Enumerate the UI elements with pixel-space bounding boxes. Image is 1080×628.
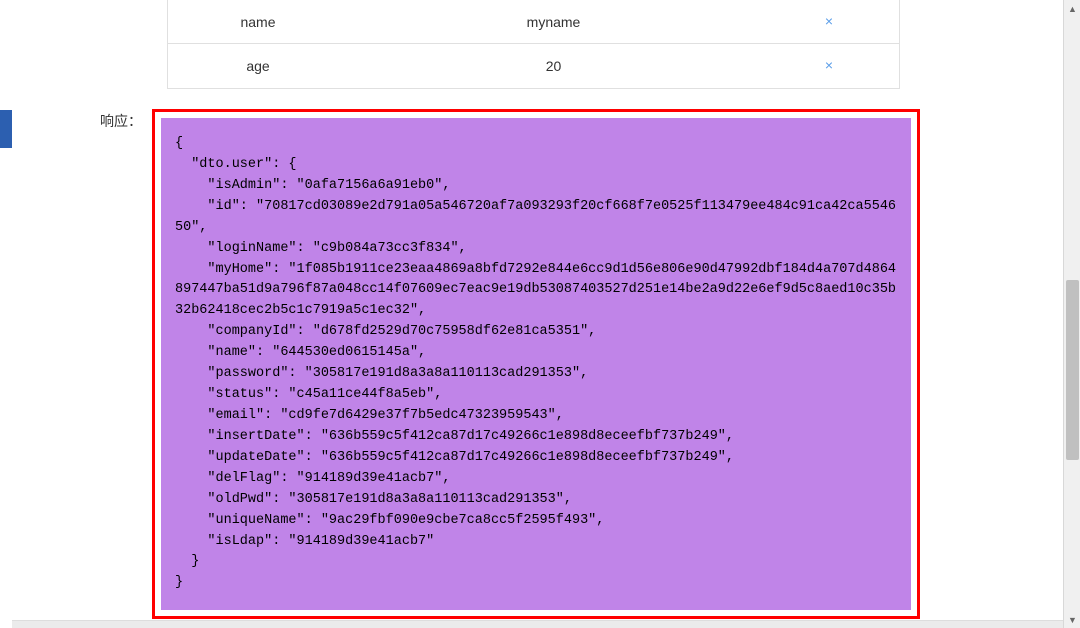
param-action: ×	[759, 13, 899, 31]
vertical-scrollbar[interactable]: ▲ ▼	[1063, 0, 1080, 628]
param-key[interactable]: age	[168, 58, 348, 74]
response-section: 响应： { "dto.user": { "isAdmin": "0afa7156…	[12, 109, 1080, 619]
main-content: name myname × age 20 × 响应： { "dto.user":…	[12, 0, 1080, 628]
bottom-edge	[12, 620, 1063, 628]
scroll-down-arrow-icon[interactable]: ▼	[1064, 611, 1080, 628]
param-value[interactable]: 20	[348, 58, 759, 74]
params-table: name myname × age 20 ×	[167, 0, 900, 89]
param-key[interactable]: name	[168, 14, 348, 30]
scroll-up-arrow-icon[interactable]: ▲	[1064, 0, 1080, 17]
left-sidebar	[0, 0, 12, 628]
response-highlight-box: { "dto.user": { "isAdmin": "0afa7156a6a9…	[152, 109, 920, 619]
param-action: ×	[759, 57, 899, 75]
response-label: 响应：	[12, 109, 152, 131]
scrollbar-thumb[interactable]	[1066, 280, 1079, 460]
param-value[interactable]: myname	[348, 14, 759, 30]
sidebar-accent	[0, 110, 12, 148]
delete-icon[interactable]: ×	[825, 13, 833, 29]
response-body[interactable]: { "dto.user": { "isAdmin": "0afa7156a6a9…	[161, 118, 911, 610]
delete-icon[interactable]: ×	[825, 57, 833, 73]
table-row: name myname ×	[168, 0, 899, 44]
table-row: age 20 ×	[168, 44, 899, 88]
